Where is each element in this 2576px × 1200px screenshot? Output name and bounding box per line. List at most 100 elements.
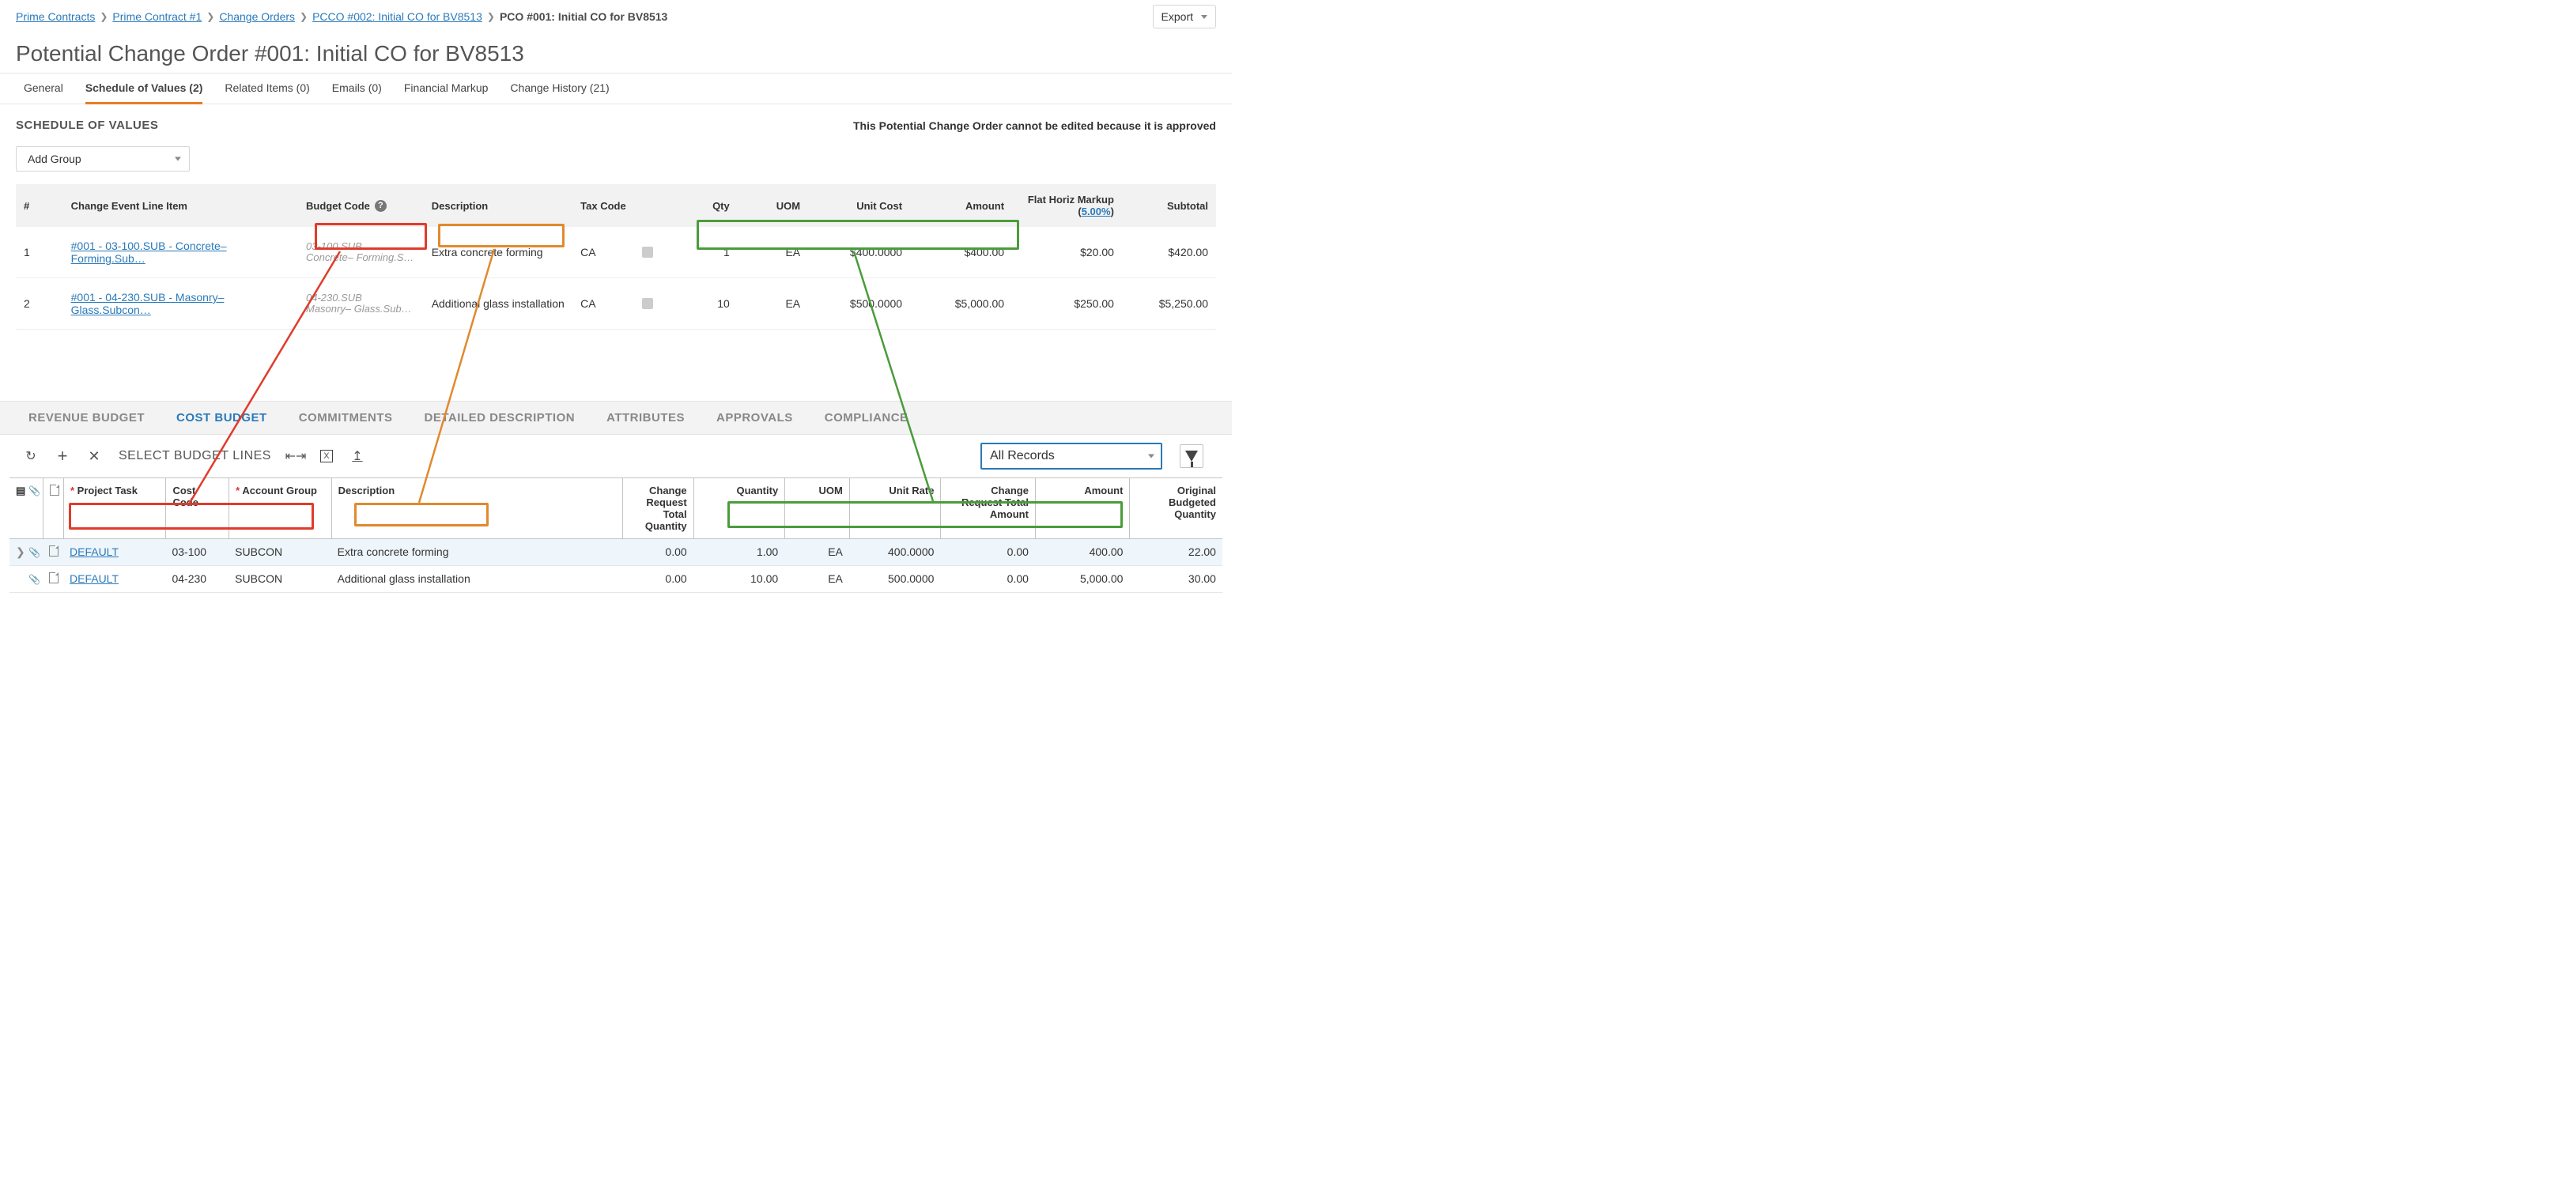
refresh-icon[interactable]: ↻	[24, 449, 38, 463]
row-number: 1	[16, 227, 63, 277]
paperclip-icon[interactable]: 📎	[28, 574, 40, 585]
col-original-budgeted-qty[interactable]: Original Budgeted Quantity	[1129, 478, 1222, 538]
col-budget-code: Budget Code ?	[298, 184, 424, 227]
col-flat-horiz-markup: Flat Horiz Markup (5.00%)	[1012, 184, 1122, 227]
tabs: General Schedule of Values (2) Related I…	[0, 73, 1232, 104]
budget-code-line2: Masonry– Glass.Sub…	[306, 304, 416, 315]
expand-row-icon[interactable]: ❯	[9, 539, 22, 565]
breadcrumb: Prime Contracts ❯ Prime Contract #1 ❯ Ch…	[16, 10, 667, 23]
fhm-label: Flat Horiz Markup	[1028, 194, 1114, 206]
account-group-cell: SUBCON	[229, 539, 330, 565]
tab-revenue-budget[interactable]: REVENUE BUDGET	[28, 411, 145, 425]
row-number: 2	[16, 278, 63, 329]
col-description: Description	[424, 184, 572, 227]
account-group-cell: SUBCON	[229, 566, 330, 592]
tab-cost-budget[interactable]: COST BUDGET	[176, 411, 267, 425]
fhm-cell: $250.00	[1012, 278, 1122, 329]
paperclip-icon: 📎	[28, 485, 40, 496]
export-button[interactable]: Export	[1153, 5, 1216, 28]
qty-cell: 1.00	[693, 539, 785, 565]
caret-down-icon	[175, 157, 181, 161]
col-account-group[interactable]: Account Group	[229, 478, 330, 538]
description-cell: Additional glass installation	[424, 278, 572, 329]
col-uom[interactable]: UOM	[784, 478, 849, 538]
delete-icon[interactable]: ✕	[87, 449, 101, 463]
col-uom: UOM	[738, 184, 808, 227]
sov-header-row: # Change Event Line Item Budget Code ? D…	[16, 184, 1216, 227]
change-event-link[interactable]: #001 - 04-230.SUB - Masonry– Glass.Subco…	[71, 291, 290, 316]
obq-cell: 22.00	[1129, 539, 1222, 565]
budget-code-cell: 04-230.SUB Masonry– Glass.Sub…	[298, 278, 424, 329]
tab-emails[interactable]: Emails (0)	[332, 74, 382, 104]
uom-cell: EA	[738, 278, 808, 329]
col-project-task[interactable]: Project Task	[63, 478, 165, 538]
section-title: SCHEDULE OF VALUES	[16, 119, 158, 132]
grid-row[interactable]: 📎 DEFAULT 04-230 SUBCON Additional glass…	[9, 566, 1222, 593]
tab-detailed-description[interactable]: DETAILED DESCRIPTION	[425, 411, 576, 425]
add-group-dropdown[interactable]: Add Group	[16, 146, 190, 172]
description-cell: Extra concrete forming	[424, 227, 572, 277]
uom-cell: EA	[738, 227, 808, 277]
amount-cell: $5,000.00	[910, 278, 1012, 329]
help-icon[interactable]: ?	[375, 200, 387, 212]
crumb-0[interactable]: Prime Contracts	[16, 10, 95, 23]
fit-columns-icon[interactable]: ⇤⇥	[289, 449, 303, 463]
crumb-3[interactable]: PCCO #002: Initial CO for BV8513	[312, 10, 482, 23]
caret-down-icon	[1148, 455, 1154, 458]
col-description[interactable]: Description	[331, 478, 622, 538]
grid-row[interactable]: ❯ 📎 DEFAULT 03-100 SUBCON Extra concrete…	[9, 539, 1222, 566]
crumb-1[interactable]: Prime Contract #1	[112, 10, 202, 23]
project-task-link[interactable]: DEFAULT	[70, 545, 119, 558]
record-filter-select[interactable]: All Records	[980, 443, 1162, 470]
change-event-link[interactable]: #001 - 03-100.SUB - Concrete– Forming.Su…	[71, 240, 290, 265]
tab-general[interactable]: General	[24, 74, 63, 104]
amount-cell: $400.00	[910, 227, 1012, 277]
export-excel-icon[interactable]: X	[320, 450, 333, 462]
col-expand: ▤	[9, 478, 22, 538]
note-icon[interactable]	[49, 545, 59, 557]
unit-cost-cell: $400.0000	[808, 227, 910, 277]
col-change-event: Change Event Line Item	[63, 184, 298, 227]
calculator-icon[interactable]	[642, 247, 653, 258]
col-quantity[interactable]: Quantity	[693, 478, 785, 538]
obq-cell: 30.00	[1129, 566, 1222, 592]
tab-compliance[interactable]: COMPLIANCE	[825, 411, 908, 425]
select-budget-lines-button[interactable]: SELECT BUDGET LINES	[119, 449, 271, 463]
crtq-cell: 0.00	[622, 566, 693, 592]
tab-schedule-of-values[interactable]: Schedule of Values (2)	[85, 74, 203, 104]
tab-attributes[interactable]: ATTRIBUTES	[606, 411, 685, 425]
col-cost-code[interactable]: Cost Code	[165, 478, 229, 538]
paperclip-icon[interactable]: 📎	[28, 547, 40, 558]
cost-code-cell: 04-230	[165, 566, 229, 592]
sov-row: 1 #001 - 03-100.SUB - Concrete– Forming.…	[16, 227, 1216, 278]
chevron-right-icon: ❯	[100, 11, 108, 22]
col-amount[interactable]: Amount	[1035, 478, 1130, 538]
col-note	[43, 478, 63, 538]
add-icon[interactable]: +	[55, 449, 70, 463]
tab-commitments[interactable]: COMMITMENTS	[299, 411, 393, 425]
tab-approvals[interactable]: APPROVALS	[716, 411, 793, 425]
crta-cell: 0.00	[940, 539, 1035, 565]
tab-change-history[interactable]: Change History (21)	[510, 74, 609, 104]
description-cell: Additional glass installation	[331, 566, 622, 592]
project-task-link[interactable]: DEFAULT	[70, 572, 119, 585]
col-unit-rate[interactable]: Unit Rate	[849, 478, 941, 538]
unit-rate-cell: 500.0000	[849, 566, 941, 592]
tab-financial-markup[interactable]: Financial Markup	[404, 74, 489, 104]
calculator-icon[interactable]	[642, 298, 653, 309]
tax-code-cell: CA	[572, 278, 635, 329]
tab-related-items[interactable]: Related Items (0)	[225, 74, 309, 104]
export-label: Export	[1161, 10, 1193, 23]
cost-code-cell: 03-100	[165, 539, 229, 565]
description-cell: Extra concrete forming	[331, 539, 622, 565]
col-change-request-total-amount[interactable]: Change Request Total Amount	[940, 478, 1035, 538]
budget-code-line2: Concrete– Forming.S…	[306, 252, 416, 263]
col-number: #	[16, 184, 63, 227]
fhm-percent-link[interactable]: 5.00%	[1082, 206, 1111, 217]
filter-icon[interactable]	[1180, 444, 1203, 468]
upload-icon[interactable]: ↥	[350, 449, 364, 463]
col-change-request-total-qty[interactable]: Change Request Total Quantity	[622, 478, 693, 538]
note-icon[interactable]	[49, 572, 59, 583]
crumb-2[interactable]: Change Orders	[219, 10, 295, 23]
crtq-cell: 0.00	[622, 539, 693, 565]
